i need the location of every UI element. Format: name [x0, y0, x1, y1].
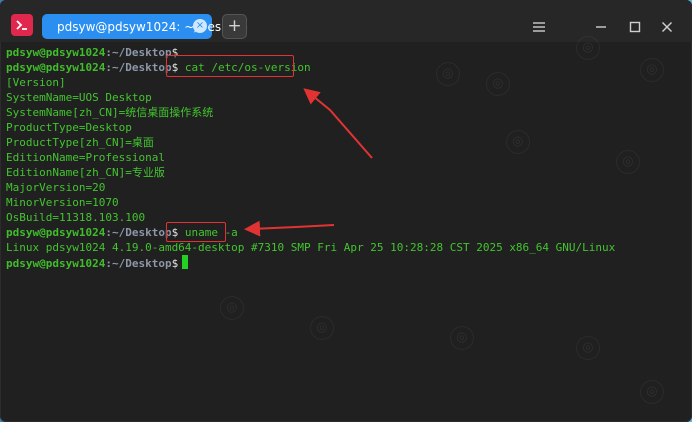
prompt-path: :~/Desktop — [105, 46, 172, 59]
terminal-icon — [11, 14, 33, 36]
annotation-box-cat-command — [166, 55, 294, 77]
output-line: EditionName=Professional — [6, 151, 165, 164]
output-line: MajorVersion=20 — [6, 181, 106, 194]
output-line: MinorVersion=1070 — [6, 196, 119, 209]
minimize-icon[interactable] — [590, 16, 612, 38]
text-cursor — [182, 255, 189, 269]
prompt-line: pdsyw@pdsyw1024:~/Desktop$ — [6, 45, 178, 60]
output-line: Linux pdsyw1024 4.19.0-amd64-desktop #73… — [6, 241, 616, 254]
output-line: [Version] — [6, 76, 66, 89]
prompt-user: pdsyw@pdsyw1024 — [6, 61, 106, 74]
prompt-user: pdsyw@pdsyw1024 — [6, 46, 106, 59]
prompt-user: pdsyw@pdsyw1024 — [6, 226, 106, 239]
prompt-sign: $ — [171, 257, 179, 270]
tab-title: pdsyw@pdsyw1024: ~/Desktop — [57, 19, 248, 34]
output-line: ProductType[zh_CN]=桌面 — [6, 136, 154, 149]
output-line: ProductType=Desktop — [6, 121, 132, 134]
output-line: SystemName=UOS Desktop — [6, 91, 152, 104]
output-line: EditionName[zh_CN]=专业版 — [6, 166, 165, 179]
prompt-path: :~/Desktop — [105, 226, 172, 239]
annotation-box-uname-command — [166, 222, 226, 242]
prompt-path: :~/Desktop — [105, 61, 172, 74]
tab-close-button[interactable]: × — [193, 19, 207, 33]
prompt-user: pdsyw@pdsyw1024 — [6, 257, 106, 270]
add-tab-button[interactable]: + — [222, 14, 247, 39]
output-line: SystemName[zh_CN]=统信桌面操作系统 — [6, 106, 214, 119]
prompt-path: :~/Desktop — [105, 257, 172, 270]
prompt-line: pdsyw@pdsyw1024:~/Desktop$ — [6, 255, 189, 271]
terminal-output-area[interactable]: pdsyw@pdsyw1024:~/Desktop$ pdsyw@pdsyw10… — [0, 42, 692, 422]
hamburger-menu-icon[interactable] — [528, 16, 550, 38]
tab-active-terminal[interactable]: pdsyw@pdsyw1024: ~/Desktop × — [42, 14, 248, 39]
close-icon[interactable] — [656, 16, 678, 38]
output-line: OsBuild=11318.103.100 — [6, 211, 146, 224]
terminal-window: pdsyw@pdsyw1024: ~/Desktop × + pdsyw@pds… — [0, 0, 692, 422]
maximize-icon[interactable] — [624, 16, 646, 38]
